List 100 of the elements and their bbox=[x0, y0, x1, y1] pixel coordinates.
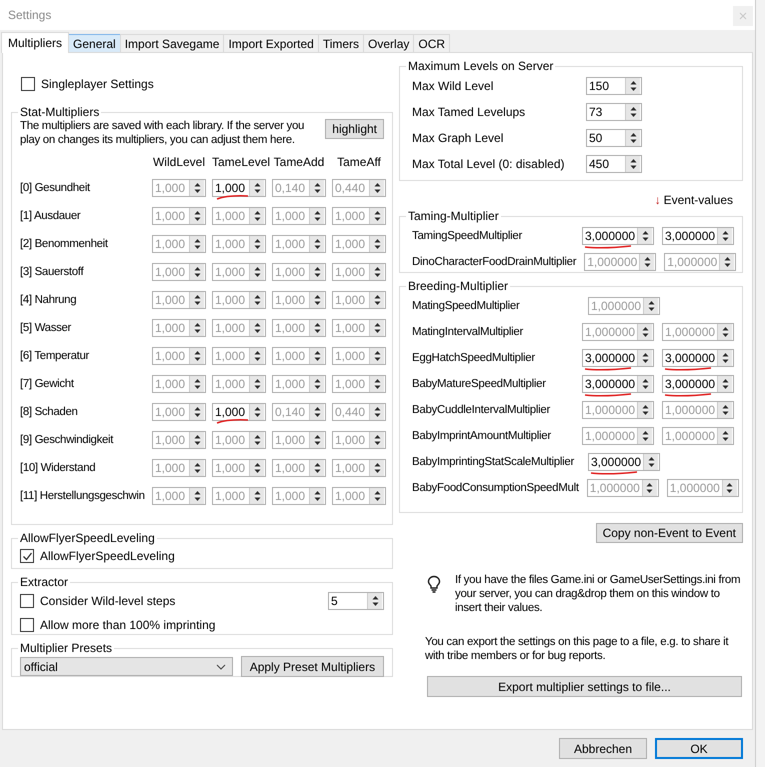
number-field[interactable]: 1,000 bbox=[272, 207, 326, 225]
spin-button[interactable] bbox=[189, 236, 204, 252]
spin-button[interactable] bbox=[249, 208, 264, 224]
tab[interactable]: Import Exported bbox=[223, 34, 319, 52]
spin-button[interactable] bbox=[717, 428, 732, 444]
number-field[interactable]: 1,000 bbox=[212, 179, 266, 197]
number-field[interactable]: 1,000000 bbox=[584, 253, 656, 271]
spin-button[interactable] bbox=[249, 236, 264, 252]
number-field[interactable]: 1,000 bbox=[332, 375, 386, 393]
number-field[interactable]: 1,000000 bbox=[662, 401, 734, 419]
spin-button[interactable] bbox=[309, 488, 324, 504]
number-field[interactable]: 1,000 bbox=[332, 207, 386, 225]
spin-button[interactable] bbox=[643, 454, 658, 470]
number-field[interactable]: 1,000 bbox=[212, 291, 266, 309]
number-field[interactable]: 1,000 bbox=[152, 179, 206, 197]
spin-button[interactable] bbox=[639, 254, 654, 270]
spin-button[interactable] bbox=[369, 460, 384, 476]
ok-button[interactable]: OK bbox=[655, 738, 743, 759]
spin-button[interactable] bbox=[249, 404, 264, 420]
spin-button[interactable] bbox=[625, 78, 640, 94]
number-field[interactable]: 1,000 bbox=[152, 207, 206, 225]
tab[interactable]: OCR bbox=[413, 34, 450, 52]
number-field[interactable]: 0,440 bbox=[332, 403, 386, 421]
number-field[interactable]: 1,000 bbox=[332, 487, 386, 505]
spin-button[interactable] bbox=[717, 228, 732, 244]
spin-button[interactable] bbox=[309, 376, 324, 392]
number-field[interactable]: 1,000 bbox=[332, 263, 386, 281]
spin-button[interactable] bbox=[643, 298, 658, 314]
number-field[interactable]: 1,000 bbox=[212, 347, 266, 365]
number-field[interactable]: 0,140 bbox=[272, 179, 326, 197]
spin-button[interactable] bbox=[309, 432, 324, 448]
spin-button[interactable] bbox=[249, 488, 264, 504]
number-field[interactable]: 1,000000 bbox=[666, 479, 739, 497]
spin-button[interactable] bbox=[309, 320, 324, 336]
spin-button[interactable] bbox=[637, 376, 652, 392]
spin-button[interactable] bbox=[309, 460, 324, 476]
spin-button[interactable] bbox=[309, 404, 324, 420]
spin-button[interactable] bbox=[189, 432, 204, 448]
number-field[interactable]: 1,000 bbox=[152, 291, 206, 309]
number-field[interactable]: 1,000000 bbox=[588, 297, 660, 315]
spin-button[interactable] bbox=[369, 488, 384, 504]
preset-dropdown[interactable]: official bbox=[20, 657, 233, 676]
spin-button[interactable] bbox=[637, 428, 652, 444]
spin-button[interactable] bbox=[717, 402, 732, 418]
spin-button[interactable] bbox=[249, 460, 264, 476]
number-field[interactable]: 1,000 bbox=[272, 347, 326, 365]
spin-button[interactable] bbox=[249, 264, 264, 280]
spin-button[interactable] bbox=[249, 320, 264, 336]
number-field[interactable]: 1,000 bbox=[332, 235, 386, 253]
number-field[interactable]: 1,000 bbox=[152, 403, 206, 421]
spin-button[interactable] bbox=[189, 376, 204, 392]
spin-button[interactable] bbox=[369, 320, 384, 336]
copy-button[interactable]: Copy non-Event to Event bbox=[596, 523, 743, 543]
number-field[interactable]: 1,000 bbox=[152, 347, 206, 365]
number-field[interactable]: 1,000 bbox=[212, 375, 266, 393]
number-field[interactable]: 1,000000 bbox=[582, 401, 654, 419]
spin-button[interactable] bbox=[189, 180, 204, 196]
number-field[interactable]: 1,000000 bbox=[582, 427, 654, 445]
number-field[interactable]: 3,000000 bbox=[582, 375, 654, 393]
spin-button[interactable] bbox=[369, 264, 384, 280]
number-field[interactable]: 1,000 bbox=[212, 319, 266, 337]
spin-button[interactable] bbox=[369, 208, 384, 224]
number-field[interactable]: 1,000 bbox=[212, 459, 266, 477]
spin-button[interactable] bbox=[625, 104, 640, 120]
spin-button[interactable] bbox=[719, 254, 734, 270]
spin-button[interactable] bbox=[625, 130, 640, 146]
spin-button[interactable] bbox=[189, 292, 204, 308]
number-field[interactable]: 1,000 bbox=[152, 375, 206, 393]
spin-button[interactable] bbox=[309, 264, 324, 280]
number-field[interactable]: 1,000 bbox=[272, 263, 326, 281]
checkbox[interactable] bbox=[21, 77, 35, 91]
spin-button[interactable] bbox=[189, 348, 204, 364]
number-field[interactable]: 1,000 bbox=[152, 319, 206, 337]
spin-button[interactable] bbox=[369, 180, 384, 196]
number-field[interactable]: 1,000 bbox=[272, 459, 326, 477]
spin-button[interactable] bbox=[637, 402, 652, 418]
spin-button[interactable] bbox=[637, 324, 652, 340]
number-field[interactable]: 450 bbox=[586, 155, 642, 173]
spin-button[interactable] bbox=[189, 264, 204, 280]
spin-button[interactable] bbox=[309, 348, 324, 364]
spin-button[interactable] bbox=[369, 404, 384, 420]
number-field[interactable]: 1,000 bbox=[332, 431, 386, 449]
number-field[interactable]: 1,000000 bbox=[662, 427, 734, 445]
spin-button[interactable] bbox=[637, 228, 652, 244]
spin-button[interactable] bbox=[369, 432, 384, 448]
tab[interactable]: Multipliers bbox=[1, 32, 70, 53]
number-field[interactable]: 150 bbox=[586, 77, 642, 95]
spin-button[interactable] bbox=[717, 350, 732, 366]
number-field[interactable]: 3,000000 bbox=[662, 375, 734, 393]
number-field[interactable]: 73 bbox=[586, 103, 642, 121]
number-field[interactable]: 50 bbox=[586, 129, 642, 147]
spin-button[interactable] bbox=[637, 350, 652, 366]
number-field[interactable]: 0,140 bbox=[272, 403, 326, 421]
number-field[interactable]: 1,000 bbox=[212, 403, 266, 421]
checkbox[interactable] bbox=[20, 618, 34, 632]
spin-button[interactable] bbox=[249, 376, 264, 392]
number-field[interactable]: 1,000 bbox=[332, 347, 386, 365]
number-field[interactable]: 1,000 bbox=[332, 459, 386, 477]
export-button[interactable]: Export multiplier settings to file... bbox=[427, 676, 742, 697]
number-field[interactable]: 1,000000 bbox=[582, 323, 654, 341]
